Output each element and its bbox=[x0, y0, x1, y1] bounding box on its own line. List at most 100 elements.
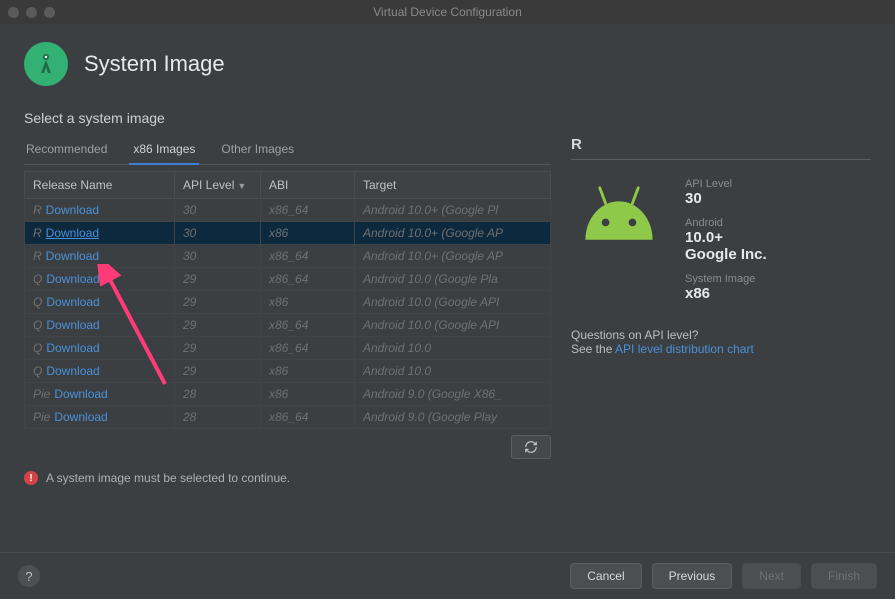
tab-x86-images[interactable]: x86 Images bbox=[131, 136, 197, 164]
release-codename: Pie bbox=[33, 410, 50, 424]
finish-button: Finish bbox=[811, 563, 877, 589]
refresh-button[interactable] bbox=[511, 435, 551, 459]
cell-target: Android 10.0 bbox=[355, 360, 551, 383]
table-row[interactable]: Pie Download 28x86Android 9.0 (Google X86… bbox=[25, 383, 551, 406]
content: Select a system image Recommended x86 Im… bbox=[0, 100, 895, 552]
error-text: A system image must be selected to conti… bbox=[46, 471, 290, 485]
android-icon bbox=[571, 178, 667, 302]
detail-pane: R API Level 30 bbox=[571, 110, 871, 552]
error-icon: ! bbox=[24, 471, 38, 485]
table-row[interactable]: Q Download 29x86_64Android 10.0 bbox=[25, 337, 551, 360]
cell-api: 28 bbox=[175, 406, 261, 429]
table-row[interactable]: Q Download 29x86_64Android 10.0 (Google A… bbox=[25, 314, 551, 337]
table-row[interactable]: R Download 30x86_64Android 10.0+ (Google … bbox=[25, 199, 551, 222]
cell-api: 29 bbox=[175, 268, 261, 291]
help-button[interactable]: ? bbox=[18, 565, 40, 587]
cell-api: 28 bbox=[175, 383, 261, 406]
cell-target: Android 10.0+ (Google AP bbox=[355, 245, 551, 268]
cell-abi: x86_64 bbox=[261, 337, 355, 360]
table-row[interactable]: Q Download 29x86Android 10.0 (Google API bbox=[25, 291, 551, 314]
release-codename: Q bbox=[33, 272, 42, 286]
cell-target: Android 10.0+ (Google Pl bbox=[355, 199, 551, 222]
tab-other-images[interactable]: Other Images bbox=[219, 136, 296, 164]
cell-abi: x86_64 bbox=[261, 268, 355, 291]
android-version-value: 10.0+ bbox=[685, 229, 767, 246]
download-link[interactable]: Download bbox=[54, 410, 107, 424]
tabs: Recommended x86 Images Other Images bbox=[24, 136, 551, 165]
col-api[interactable]: API Level▼ bbox=[175, 172, 261, 199]
release-codename: R bbox=[33, 203, 42, 217]
api-level-value: 30 bbox=[685, 190, 767, 207]
cell-abi: x86 bbox=[261, 360, 355, 383]
api-question: Questions on API level? See the API leve… bbox=[571, 328, 871, 356]
table-row[interactable]: Q Download 29x86Android 10.0 bbox=[25, 360, 551, 383]
cell-target: Android 9.0 (Google X86_ bbox=[355, 383, 551, 406]
release-codename: Q bbox=[33, 364, 42, 378]
previous-button[interactable]: Previous bbox=[652, 563, 733, 589]
cell-abi: x86 bbox=[261, 291, 355, 314]
cell-abi: x86_64 bbox=[261, 245, 355, 268]
cell-abi: x86 bbox=[261, 383, 355, 406]
release-codename: R bbox=[33, 226, 42, 240]
api-distribution-link[interactable]: API level distribution chart bbox=[615, 342, 754, 356]
cell-abi: x86 bbox=[261, 222, 355, 245]
titlebar: Virtual Device Configuration bbox=[0, 0, 895, 24]
cell-abi: x86_64 bbox=[261, 199, 355, 222]
release-codename: R bbox=[33, 249, 42, 263]
release-codename: Q bbox=[33, 318, 42, 332]
android-label: Android bbox=[685, 217, 767, 229]
cell-abi: x86_64 bbox=[261, 406, 355, 429]
col-abi[interactable]: ABI bbox=[261, 172, 355, 199]
window-title: Virtual Device Configuration bbox=[0, 5, 895, 19]
table-row[interactable]: Pie Download 28x86_64Android 9.0 (Google … bbox=[25, 406, 551, 429]
window: Virtual Device Configuration System Imag… bbox=[0, 0, 895, 599]
system-image-value: x86 bbox=[685, 285, 767, 302]
download-link[interactable]: Download bbox=[46, 318, 99, 332]
cell-target: Android 10.0 (Google API bbox=[355, 291, 551, 314]
cell-api: 29 bbox=[175, 314, 261, 337]
cell-api: 30 bbox=[175, 222, 261, 245]
api-level-label: API Level bbox=[685, 178, 767, 190]
download-link[interactable]: Download bbox=[46, 249, 99, 263]
cell-target: Android 10.0 (Google Pla bbox=[355, 268, 551, 291]
table-row[interactable]: Q Download 29x86_64Android 10.0 (Google P… bbox=[25, 268, 551, 291]
android-studio-icon bbox=[24, 42, 68, 86]
android-vendor-value: Google Inc. bbox=[685, 246, 767, 263]
cell-target: Android 9.0 (Google Play bbox=[355, 406, 551, 429]
cell-target: Android 10.0 bbox=[355, 337, 551, 360]
table-row[interactable]: R Download 30x86Android 10.0+ (Google AP bbox=[25, 222, 551, 245]
page-header: System Image bbox=[0, 24, 895, 100]
col-release[interactable]: Release Name bbox=[25, 172, 175, 199]
left-pane: Select a system image Recommended x86 Im… bbox=[24, 110, 551, 552]
cell-abi: x86_64 bbox=[261, 314, 355, 337]
cell-api: 29 bbox=[175, 337, 261, 360]
detail-heading: R bbox=[571, 136, 871, 160]
download-link[interactable]: Download bbox=[46, 295, 99, 309]
download-link[interactable]: Download bbox=[46, 203, 99, 217]
page-title: System Image bbox=[84, 51, 225, 77]
release-codename: Pie bbox=[33, 387, 50, 401]
download-link[interactable]: Download bbox=[46, 272, 99, 286]
download-link[interactable]: Download bbox=[54, 387, 107, 401]
tab-recommended[interactable]: Recommended bbox=[24, 136, 109, 164]
cell-api: 30 bbox=[175, 199, 261, 222]
cell-target: Android 10.0 (Google API bbox=[355, 314, 551, 337]
cell-target: Android 10.0+ (Google AP bbox=[355, 222, 551, 245]
error-message: ! A system image must be selected to con… bbox=[24, 471, 551, 485]
download-link[interactable]: Download bbox=[46, 341, 99, 355]
subtitle: Select a system image bbox=[24, 110, 551, 126]
release-codename: Q bbox=[33, 341, 42, 355]
sort-desc-icon: ▼ bbox=[237, 181, 246, 191]
cell-api: 29 bbox=[175, 291, 261, 314]
next-button: Next bbox=[742, 563, 801, 589]
download-link[interactable]: Download bbox=[46, 226, 99, 240]
table-row[interactable]: R Download 30x86_64Android 10.0+ (Google … bbox=[25, 245, 551, 268]
col-target[interactable]: Target bbox=[355, 172, 551, 199]
download-link[interactable]: Download bbox=[46, 364, 99, 378]
cell-api: 29 bbox=[175, 360, 261, 383]
release-codename: Q bbox=[33, 295, 42, 309]
cancel-button[interactable]: Cancel bbox=[570, 563, 641, 589]
footer: ? Cancel Previous Next Finish bbox=[0, 552, 895, 599]
cell-api: 30 bbox=[175, 245, 261, 268]
system-image-label: System Image bbox=[685, 273, 767, 285]
